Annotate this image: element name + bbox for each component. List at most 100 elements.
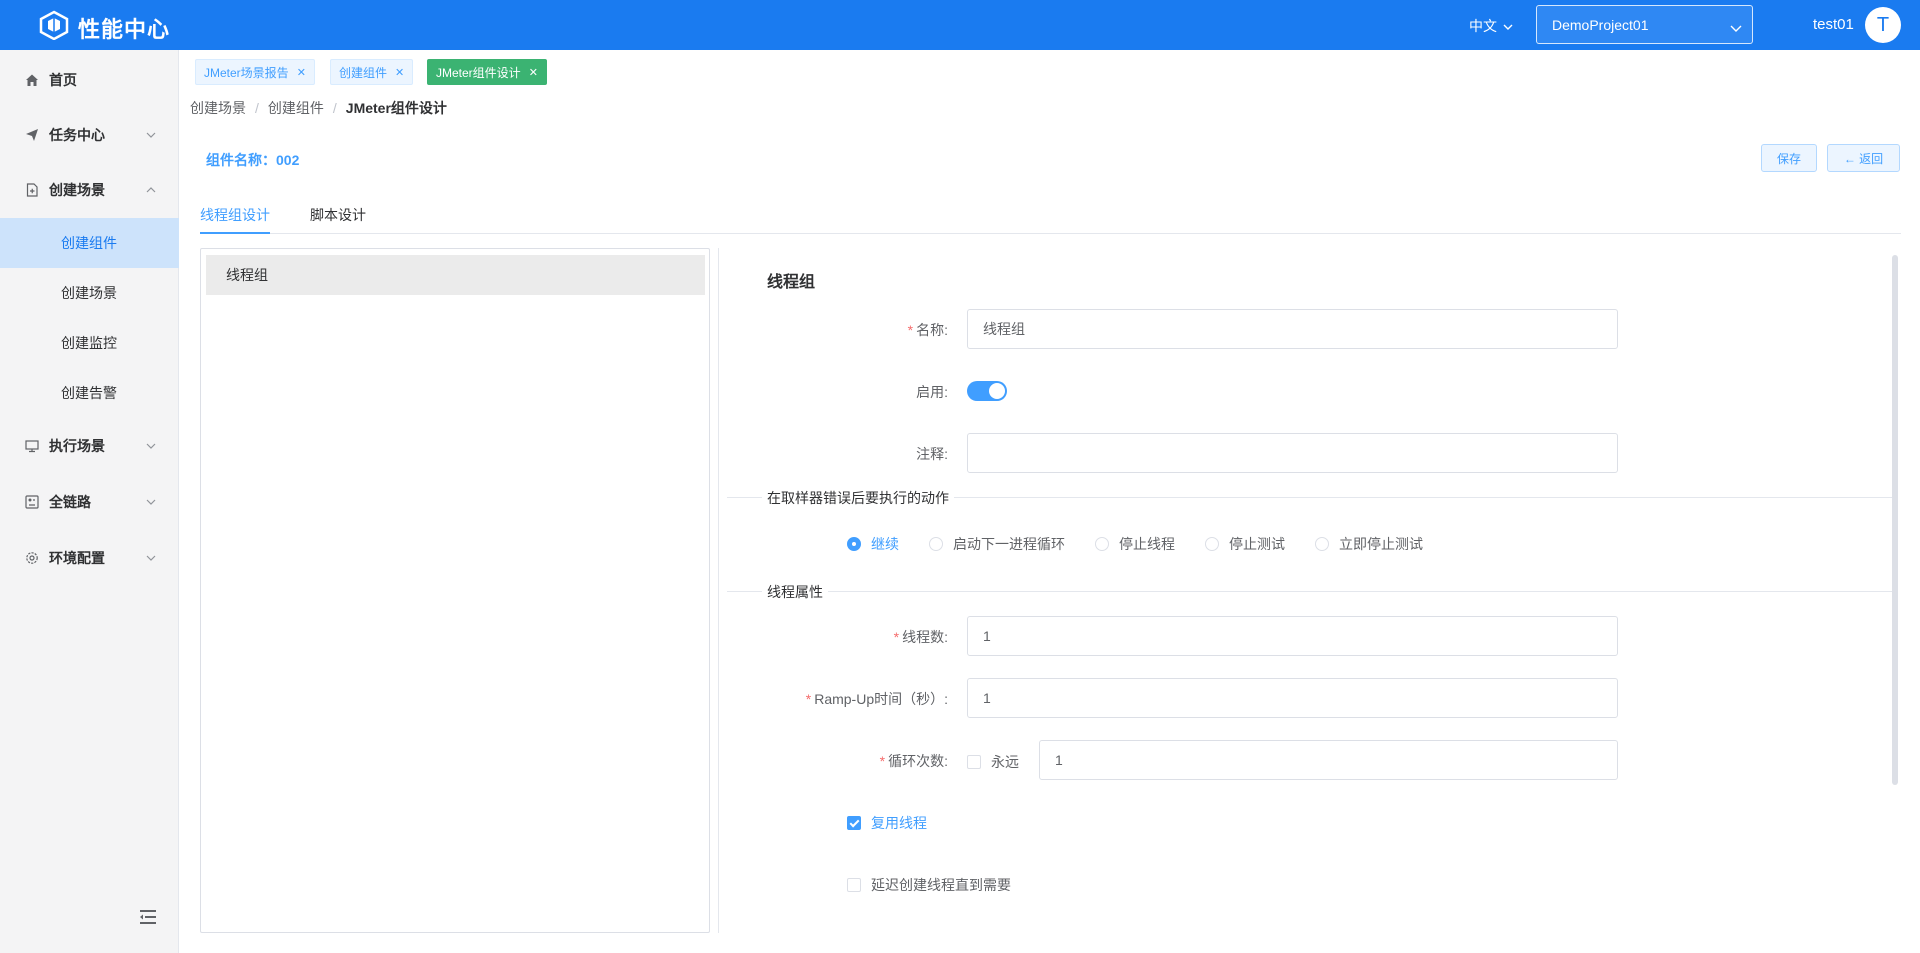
sidebar-item-create-scene[interactable]: 创建场景 [0, 165, 179, 215]
tab-thread-group-design[interactable]: 线程组设计 [200, 205, 270, 225]
sidebar-item-label: 首页 [49, 72, 77, 88]
gear-icon [24, 550, 40, 566]
chevron-down-icon [146, 130, 156, 141]
sidebar-sub-label: 创建场景 [61, 285, 117, 301]
radio-label: 启动下一进程循环 [953, 536, 1065, 552]
comment-label: 注释: [916, 446, 948, 462]
sidebar-sub-label: 创建监控 [61, 335, 117, 351]
loop-count-field[interactable]: 1 [1039, 740, 1618, 780]
tab-tag-jmeter-report[interactable]: JMeter场景报告 ✕ [195, 59, 315, 85]
sidebar-item-home[interactable]: 首页 [0, 55, 179, 105]
breadcrumb-current: JMeter组件设计 [345, 100, 447, 116]
home-icon [24, 72, 40, 88]
active-tab-indicator [200, 232, 270, 234]
sidebar-item-env-config[interactable]: 环境配置 [0, 533, 179, 583]
radio-stop-thread[interactable]: 停止线程 [1095, 534, 1175, 554]
sidebar-item-label: 创建场景 [49, 182, 105, 198]
sidebar-item-label: 任务中心 [49, 127, 105, 143]
name-field[interactable]: 线程组 [967, 309, 1618, 349]
chevron-down-icon [146, 441, 156, 452]
radio-start-next-loop[interactable]: 启动下一进程循环 [929, 534, 1065, 554]
tab-script-design[interactable]: 脚本设计 [310, 205, 366, 225]
component-name-label: 组件名称： [206, 152, 276, 168]
enable-toggle[interactable] [967, 381, 1007, 401]
breadcrumb-separator: / [332, 100, 337, 116]
avatar[interactable]: T [1865, 7, 1901, 43]
radio-dot [1095, 537, 1109, 551]
breadcrumb-item[interactable]: 创建组件 [268, 98, 324, 118]
username[interactable]: test01 [1813, 16, 1854, 33]
tag-label: JMeter场景报告 [204, 65, 289, 80]
error-action-section-title: 在取样器错误后要执行的动作 [762, 488, 954, 508]
sidebar: 首页 任务中心 创建场景 创建组件 创建场景 创建监控 创建告警 执行场景 全链… [0, 50, 179, 953]
form-scrollbar[interactable] [1892, 255, 1898, 785]
radio-label: 停止线程 [1119, 536, 1175, 552]
radio-dot [1205, 537, 1219, 551]
chevron-down-icon [146, 497, 156, 508]
enable-label: 启用: [916, 384, 948, 400]
checkbox-box [847, 878, 861, 892]
checkbox-box [967, 755, 981, 769]
chevron-down-icon [1730, 20, 1742, 36]
sidebar-sub-create-component[interactable]: 创建组件 [0, 218, 179, 268]
thread-props-section-title: 线程属性 [762, 582, 828, 602]
radio-dot [929, 537, 943, 551]
forever-checkbox[interactable]: 永远 [967, 752, 1019, 772]
delay-create-checkbox[interactable]: 延迟创建线程直到需要 [847, 875, 1011, 895]
component-name: 组件名称：002 [206, 150, 299, 170]
reuse-thread-checkbox[interactable]: 复用线程 [847, 813, 927, 833]
tab-tag-jmeter-design[interactable]: JMeter组件设计 ✕ [427, 59, 547, 85]
radio-label: 继续 [871, 536, 899, 552]
radio-label: 立即停止测试 [1339, 536, 1423, 552]
close-icon[interactable]: ✕ [529, 66, 538, 79]
checkbox-label: 延迟创建线程直到需要 [871, 877, 1011, 893]
language-selector[interactable]: 中文 [1469, 16, 1513, 36]
sidebar-sub-create-alert[interactable]: 创建告警 [0, 368, 179, 418]
rampup-field[interactable]: 1 [967, 678, 1618, 718]
radio-continue[interactable]: 继续 [847, 534, 899, 554]
dashboard-icon [24, 494, 40, 510]
sidebar-item-full-link[interactable]: 全链路 [0, 477, 179, 527]
tree-node-thread-group[interactable]: 线程组 [206, 255, 705, 295]
close-icon[interactable]: ✕ [297, 66, 306, 79]
loop-label-text: 循环次数: [888, 753, 948, 769]
radio-dot [1315, 537, 1329, 551]
tree-panel: 线程组 [200, 248, 710, 933]
rampup-label: * Ramp-Up时间（秒）: [805, 691, 948, 707]
section-divider [727, 591, 1892, 592]
radio-label: 停止测试 [1229, 536, 1285, 552]
language-label: 中文 [1469, 18, 1497, 34]
sidebar-collapse-icon[interactable] [138, 907, 158, 927]
chevron-down-icon [146, 553, 156, 564]
radio-stop-test-now[interactable]: 立即停止测试 [1315, 534, 1423, 554]
rampup-label-text: Ramp-Up时间（秒）: [814, 691, 948, 707]
breadcrumb-item[interactable]: 创建场景 [190, 98, 246, 118]
sidebar-item-execute-scene[interactable]: 执行场景 [0, 421, 179, 471]
tab-tag-create-component[interactable]: 创建组件 ✕ [330, 59, 414, 85]
app-logo[interactable]: 性能中心 [38, 10, 170, 45]
checkbox-label: 复用线程 [871, 815, 927, 831]
sidebar-sub-create-monitor[interactable]: 创建监控 [0, 318, 179, 368]
close-icon[interactable]: ✕ [395, 66, 404, 79]
breadcrumb: 创建场景 / 创建组件 / JMeter组件设计 [190, 98, 447, 118]
sidebar-item-label: 全链路 [49, 494, 91, 510]
radio-stop-test[interactable]: 停止测试 [1205, 534, 1285, 554]
sidebar-item-label: 环境配置 [49, 550, 105, 566]
monitor-icon [24, 438, 40, 454]
radio-dot [847, 537, 861, 551]
tag-label: 创建组件 [339, 65, 388, 80]
save-button[interactable]: 保存 [1761, 144, 1817, 172]
threads-field[interactable]: 1 [967, 616, 1618, 656]
loop-label: * 循环次数: [879, 753, 948, 769]
sidebar-item-task-center[interactable]: 任务中心 [0, 110, 179, 160]
comment-field[interactable] [967, 433, 1618, 473]
checkbox-label: 永远 [991, 754, 1019, 770]
back-button[interactable]: ← 返回 [1827, 144, 1900, 172]
sidebar-sub-label: 创建告警 [61, 385, 117, 401]
sidebar-sub-create-scene[interactable]: 创建场景 [0, 268, 179, 318]
sidebar-sub-label: 创建组件 [61, 235, 117, 251]
project-select[interactable]: DemoProject01 [1536, 5, 1753, 44]
breadcrumb-separator: / [255, 100, 259, 116]
panel-divider [718, 248, 719, 933]
app-title: 性能中心 [78, 16, 171, 42]
